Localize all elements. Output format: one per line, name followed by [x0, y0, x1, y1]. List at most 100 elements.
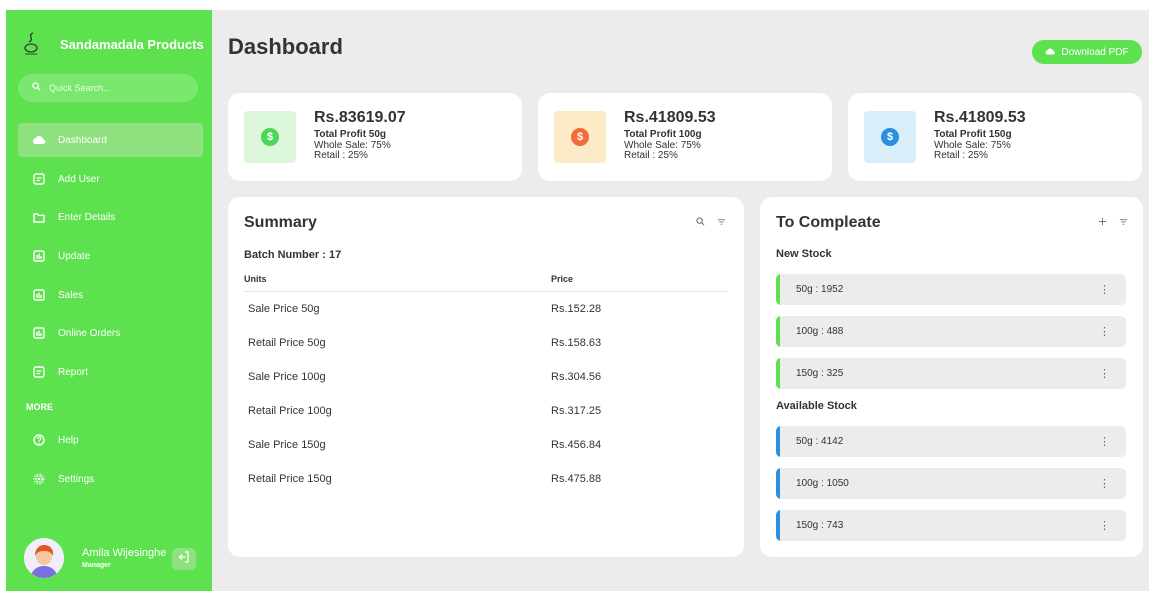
available-stock-label: Available Stock [776, 400, 857, 412]
more-options-icon[interactable]: ⋮ [1099, 283, 1110, 296]
search-icon [32, 82, 41, 94]
batch-number: Batch Number : 17 [244, 249, 342, 261]
more-options-icon[interactable]: ⋮ [1099, 519, 1110, 532]
table-cell-price: Rs.158.63 [551, 337, 602, 349]
add-icon[interactable] [1098, 217, 1107, 229]
stock-item-label: 100g : 488 [796, 326, 844, 337]
profit-label: Total Profit 50g [314, 129, 387, 140]
more-section-label: MORE [26, 402, 53, 412]
dollar-coin-icon: $ [571, 128, 589, 146]
profit-retail: Retail : 25% [934, 150, 988, 161]
table-cell-price: Rs.152.28 [551, 303, 602, 315]
table-cell-price: Rs.456.84 [551, 439, 602, 451]
brand[interactable]: Sandamadala Products [20, 30, 204, 58]
table-cell-price: Rs.304.56 [551, 371, 602, 383]
to-complete-panel: To Compleate New Stock 50g : 1952 ⋮ 100g… [760, 197, 1143, 557]
column-header-price: Price [551, 274, 574, 284]
download-pdf-button[interactable]: Download PDF [1032, 40, 1142, 64]
table-cell-unit: Retail Price 150g [248, 473, 332, 485]
stock-item-label: 50g : 1952 [796, 284, 844, 295]
profit-card-100g: $ Rs.41809.53 Total Profit 100g Whole Sa… [538, 93, 832, 181]
table-row: Sale Price 150g Rs.456.84 [244, 435, 728, 455]
logout-icon [178, 550, 190, 568]
form-icon [32, 172, 46, 186]
profit-icon-box: $ [244, 111, 296, 163]
sidebar-item-settings[interactable]: Settings [18, 462, 203, 496]
brand-name: Sandamadala Products [60, 36, 204, 52]
available-stock-item[interactable]: 100g : 1050 ⋮ [776, 468, 1126, 499]
new-stock-item[interactable]: 50g : 1952 ⋮ [776, 274, 1126, 305]
logout-button[interactable] [172, 548, 196, 570]
cloud-icon [32, 133, 46, 147]
more-options-icon[interactable]: ⋮ [1099, 367, 1110, 380]
filter-icon[interactable] [717, 217, 726, 229]
profit-icon-box: $ [864, 111, 916, 163]
summary-title: Summary [244, 214, 317, 231]
sidebar-item-label: Sales [58, 289, 84, 301]
cloud-download-icon [1045, 47, 1056, 58]
summary-tools [696, 217, 726, 229]
new-stock-item[interactable]: 100g : 488 ⋮ [776, 316, 1126, 347]
sidebar-item-label: Report [58, 366, 89, 378]
filter-icon[interactable] [1119, 217, 1128, 229]
chart-icon [32, 326, 46, 340]
profit-card-150g: $ Rs.41809.53 Total Profit 150g Whole Sa… [848, 93, 1142, 181]
new-stock-label: New Stock [776, 248, 832, 260]
table-row: Retail Price 50g Rs.158.63 [244, 333, 728, 353]
app-window: Sandamadala Products Quick Search... Das… [6, 10, 1149, 591]
user-role: Manager [82, 562, 111, 569]
search-input[interactable]: Quick Search... [18, 74, 198, 102]
sidebar-item-label: Settings [58, 473, 95, 485]
sidebar-item-online-orders[interactable]: Online Orders [18, 316, 203, 350]
profit-retail: Retail : 25% [314, 150, 368, 161]
sidebar-item-dashboard[interactable]: Dashboard [18, 123, 203, 157]
search-icon[interactable] [696, 217, 705, 229]
table-cell-unit: Sale Price 150g [248, 439, 326, 451]
brand-logo-icon [20, 30, 42, 58]
profit-amount: Rs.83619.07 [314, 109, 406, 126]
sidebar-item-sales[interactable]: Sales [18, 278, 203, 312]
sidebar-item-label: Update [58, 250, 91, 262]
to-complete-title: To Compleate [776, 214, 881, 231]
more-options-icon[interactable]: ⋮ [1099, 477, 1110, 490]
table-row: Retail Price 150g Rs.475.88 [244, 469, 728, 489]
dollar-coin-icon: $ [261, 128, 279, 146]
table-cell-price: Rs.475.88 [551, 473, 602, 485]
profit-card-50g: $ Rs.83619.07 Total Profit 50g Whole Sal… [228, 93, 522, 181]
gear-icon [32, 472, 46, 486]
sidebar-item-update[interactable]: Update [18, 239, 203, 273]
stock-indicator-bar [776, 510, 780, 541]
stock-indicator-bar [776, 274, 780, 305]
available-stock-item[interactable]: 150g : 743 ⋮ [776, 510, 1126, 541]
table-cell-price: Rs.317.25 [551, 405, 602, 417]
summary-panel: Summary Batch Number : 17 Units Price Sa… [228, 197, 744, 557]
profit-amount: Rs.41809.53 [624, 109, 716, 126]
sidebar-item-add-user[interactable]: Add User [18, 162, 203, 196]
sidebar-item-help[interactable]: Help [18, 423, 203, 457]
dollar-coin-icon: $ [881, 128, 899, 146]
stock-indicator-bar [776, 468, 780, 499]
sidebar-item-enter-details[interactable]: Enter Details [18, 200, 203, 234]
table-row: Retail Price 100g Rs.317.25 [244, 401, 728, 421]
user-name: Amila Wijesinghe [82, 547, 167, 559]
sidebar: Sandamadala Products Quick Search... Das… [6, 10, 212, 591]
profit-icon-box: $ [554, 111, 606, 163]
search-placeholder: Quick Search... [49, 83, 111, 93]
more-options-icon[interactable]: ⋮ [1099, 325, 1110, 338]
profit-label: Total Profit 100g [624, 129, 702, 140]
more-options-icon[interactable]: ⋮ [1099, 435, 1110, 448]
chart-icon [32, 288, 46, 302]
available-stock-item[interactable]: 50g : 4142 ⋮ [776, 426, 1126, 457]
table-row: Sale Price 50g Rs.152.28 [244, 299, 728, 319]
table-cell-unit: Retail Price 50g [248, 337, 326, 349]
sidebar-item-label: Online Orders [58, 327, 121, 339]
user-profile[interactable]: Amila Wijesinghe Manager [24, 538, 166, 578]
sidebar-item-report[interactable]: Report [18, 355, 203, 389]
to-complete-tools [1098, 217, 1128, 229]
stock-indicator-bar [776, 426, 780, 457]
stock-item-label: 100g : 1050 [796, 478, 849, 489]
help-icon [32, 433, 46, 447]
table-cell-unit: Retail Price 100g [248, 405, 332, 417]
folder-icon [32, 210, 46, 224]
new-stock-item[interactable]: 150g : 325 ⋮ [776, 358, 1126, 389]
